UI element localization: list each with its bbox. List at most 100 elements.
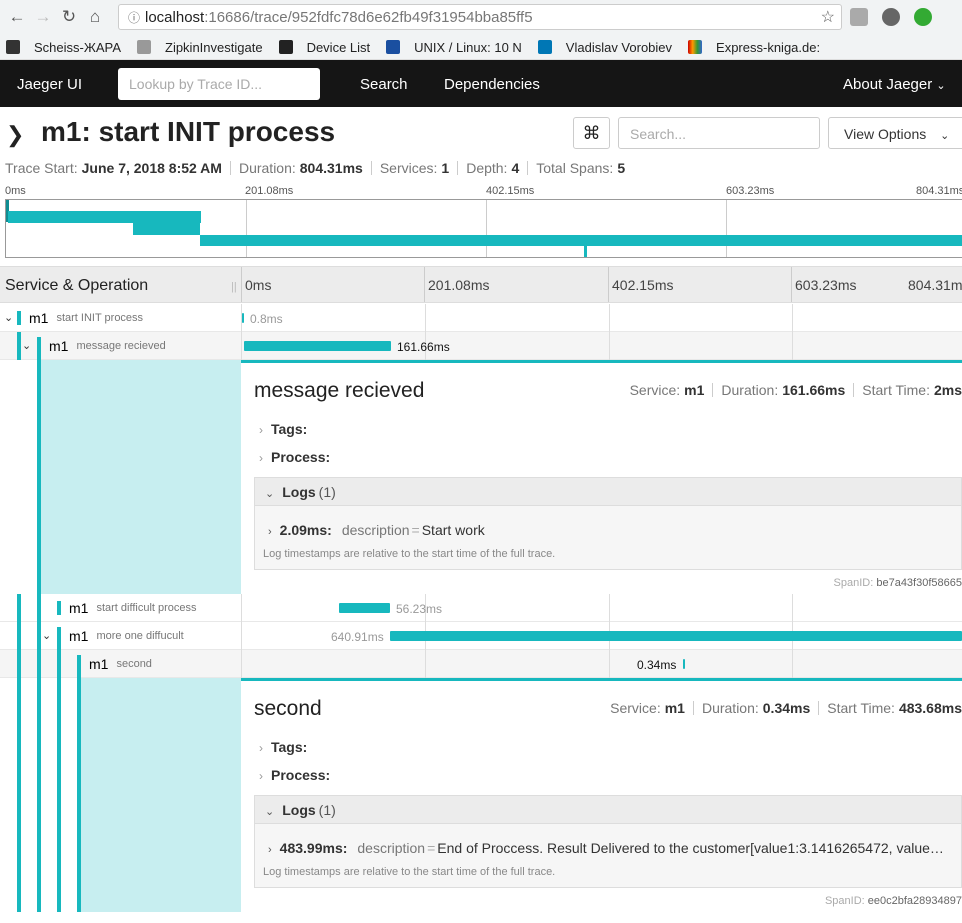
- bookmark-star-icon[interactable]: ☆: [821, 7, 835, 27]
- globe-icon[interactable]: [914, 8, 932, 26]
- total-spans-value: 5: [617, 160, 626, 176]
- trace-id-lookup-input[interactable]: Lookup by Trace ID...: [118, 68, 320, 100]
- minimap-tick: 603.23ms: [726, 185, 775, 197]
- bookmark-favicon-icon: [6, 40, 20, 54]
- chevron-down-icon: ⌄: [265, 488, 275, 500]
- span-bar[interactable]: [339, 603, 390, 613]
- logs-header[interactable]: ⌄ Logs (1): [255, 478, 961, 506]
- browser-chrome: ← → ↻ ⌂ ⓘ localhost :16686/trace/952fdfc…: [0, 0, 962, 60]
- minimap-tick: 402.15ms: [486, 185, 535, 197]
- chevron-right-icon: ›: [259, 423, 263, 437]
- minimap-span-bar: [133, 223, 200, 235]
- span-id: SpanID: be7a43f30f58665: [833, 577, 962, 589]
- nav-search-link[interactable]: Search: [360, 76, 408, 93]
- span-duration-label: 0.8ms: [250, 312, 283, 326]
- log-entry[interactable]: › 2.09ms: description = Start work: [268, 522, 951, 538]
- column-resize-handle[interactable]: ||: [231, 281, 237, 293]
- span-row[interactable]: m1 second 0.34ms: [0, 650, 962, 678]
- view-options-button[interactable]: View Options ⌄: [828, 117, 962, 149]
- trace-meta: Trace Start: June 7, 2018 8:52 AM Duratio…: [5, 160, 626, 176]
- trace-search-input[interactable]: Search...: [618, 117, 820, 149]
- process-section[interactable]: › Process:: [259, 449, 330, 465]
- span-bar[interactable]: [390, 631, 962, 641]
- trace-title: m1: start INIT process: [41, 116, 336, 147]
- nav-dependencies-link[interactable]: Dependencies: [444, 76, 540, 93]
- minimap-span-bar: [584, 246, 587, 257]
- span-detail-panel: second Service: m1 Duration: 0.34ms Start …: [0, 678, 962, 912]
- span-detail-panel: message recieved Service: m1 Duration: 161…: [0, 360, 962, 594]
- minimap-tick: 804.31ms: [916, 185, 962, 197]
- extension-icon[interactable]: [850, 8, 868, 26]
- bookmark-favicon-icon: [278, 40, 293, 54]
- span-bar[interactable]: [244, 341, 391, 351]
- span-duration-label: 0.34ms: [637, 658, 677, 672]
- span-bar[interactable]: [242, 313, 244, 323]
- chevron-right-icon: ›: [268, 844, 272, 856]
- chevron-down-icon: ⌄: [936, 80, 946, 92]
- minimap-tick: 0ms: [5, 185, 26, 197]
- span-id: SpanID: ee0c2bfa28934897: [824, 895, 962, 907]
- span-duration-label: 161.66ms: [397, 340, 450, 354]
- span-duration-label: 640.91ms: [331, 630, 384, 644]
- chevron-right-icon: ›: [259, 769, 263, 783]
- tags-section[interactable]: › Tags:: [259, 421, 307, 437]
- span-row[interactable]: ⌄ m1 start INIT process 0.8ms: [0, 304, 962, 332]
- minimap-tick-labels: 0ms 201.08ms 402.15ms 603.23ms 804.31ms: [0, 185, 962, 199]
- span-bar[interactable]: [683, 659, 685, 669]
- bookmark-favicon-icon: [688, 40, 703, 54]
- span-detail-meta: Service: m1 Duration: 0.34ms Start Time: 48…: [610, 700, 962, 716]
- bookmarks-bar: Scheiss-ЖАРА ZipkinInvestigate Device Li…: [0, 36, 830, 58]
- duration-value: 804.31ms: [299, 160, 363, 176]
- collapse-chevron-icon[interactable]: ⌄: [22, 339, 31, 352]
- reload-icon[interactable]: ↻: [58, 6, 80, 28]
- collapse-chevron-icon[interactable]: ⌄: [42, 629, 51, 642]
- timeline-column-header: Service & Operation || 0ms 201.08ms 402.…: [0, 266, 962, 303]
- timeline-tick: 402.15ms: [612, 277, 674, 293]
- span-detail-meta: Service: m1 Duration: 161.66ms Start Time:…: [629, 382, 962, 398]
- address-bar[interactable]: ⓘ localhost :16686/trace/952fdfc78d6e62f…: [118, 4, 842, 30]
- chevron-right-icon: ›: [259, 741, 263, 755]
- bookmark-item[interactable]: UNIX / Linux: 10 N: [386, 40, 522, 55]
- bookmark-item[interactable]: Express-kniga.de:: [688, 40, 820, 55]
- settings-extension-icon[interactable]: [882, 8, 900, 26]
- log-entry[interactable]: › 483.99ms: description = End of Proccess. R…: [268, 840, 951, 856]
- span-duration-label: 56.23ms: [396, 602, 443, 616]
- back-icon[interactable]: ←: [6, 6, 28, 28]
- home-icon[interactable]: ⌂: [84, 6, 106, 28]
- logs-header[interactable]: ⌄ Logs (1): [255, 796, 961, 824]
- keyboard-shortcuts-button[interactable]: ⌘: [573, 117, 610, 149]
- bookmark-favicon-icon: [386, 40, 401, 54]
- info-icon[interactable]: ⓘ: [123, 9, 145, 26]
- log-timestamps-note: Log timestamps are relative to the start…: [263, 548, 556, 560]
- chevron-down-icon: ⌄: [940, 130, 950, 142]
- minimap-span-bar: [200, 235, 962, 246]
- bookmark-item[interactable]: ZipkinInvestigate: [137, 40, 263, 55]
- span-row[interactable]: m1 start difficult process 56.23ms: [0, 594, 962, 622]
- log-timestamps-note: Log timestamps are relative to the start…: [263, 866, 556, 878]
- span-row[interactable]: ⌄ m1 message recieved 161.66ms: [0, 332, 962, 360]
- collapse-chevron-icon[interactable]: ⌄: [4, 311, 13, 324]
- bookmark-item[interactable]: Scheiss-ЖАРА: [6, 40, 121, 55]
- span-detail-title: message recieved: [254, 379, 425, 402]
- collapse-chevron-icon[interactable]: ❯: [6, 122, 24, 148]
- chevron-right-icon: ›: [259, 451, 263, 465]
- span-row[interactable]: ⌄ m1 more one diffucult 640.91ms: [0, 622, 962, 650]
- about-menu[interactable]: About Jaeger ⌄: [843, 76, 946, 93]
- bookmark-favicon-icon: [537, 40, 552, 54]
- service-operation-header: Service & Operation: [5, 277, 149, 294]
- forward-icon[interactable]: →: [32, 6, 54, 28]
- bookmark-item[interactable]: Device List: [278, 40, 370, 55]
- services-value: 1: [441, 160, 450, 176]
- brand-link[interactable]: Jaeger UI: [17, 76, 82, 93]
- process-section[interactable]: › Process:: [259, 767, 330, 783]
- timeline-tick: 804.31ms: [908, 277, 962, 293]
- url-path: :16686/trace/952fdfc78d6e62fb49f31954bba…: [204, 8, 533, 26]
- chevron-right-icon: ›: [268, 526, 272, 538]
- chevron-down-icon: ⌄: [265, 806, 275, 818]
- bookmark-favicon-icon: [137, 40, 151, 54]
- bookmark-item[interactable]: Vladislav Vorobiev: [537, 40, 672, 55]
- timeline-tick: 0ms: [245, 277, 272, 293]
- url-host: localhost: [145, 8, 205, 26]
- tags-section[interactable]: › Tags:: [259, 739, 307, 755]
- trace-minimap[interactable]: [5, 199, 962, 258]
